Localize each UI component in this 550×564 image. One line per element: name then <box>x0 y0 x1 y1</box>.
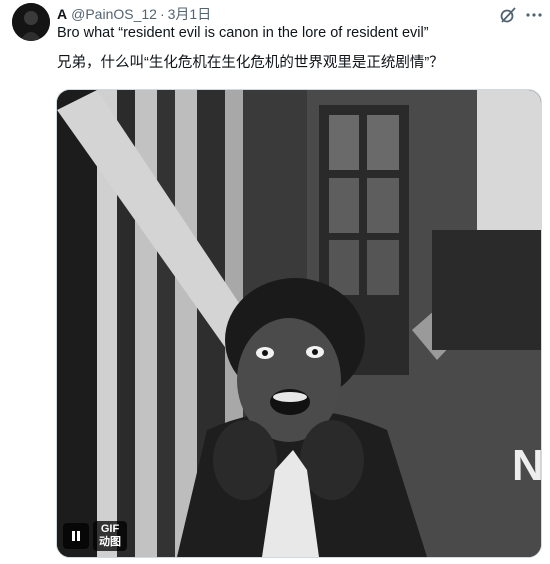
more-options-button[interactable] <box>523 4 545 26</box>
gif-badge-label-en: GIF <box>100 523 120 535</box>
more-options-icon <box>526 13 542 17</box>
post-date[interactable]: 3月1日 <box>168 4 212 24</box>
gif-badge: GIF 动图 <box>93 521 127 551</box>
tweet-text-chinese: 兄弟，什么叫“生化危机在生化危机的世界观里是正统剧情”？ <box>57 55 444 71</box>
grok-icon <box>500 7 516 23</box>
grok-button[interactable] <box>497 4 519 26</box>
tweet: A @PainOS_12 · 3月1日 Bro what “resident e… <box>0 0 550 564</box>
separator: · <box>159 6 165 22</box>
gif-media[interactable]: N GIF 动图 <box>56 89 542 558</box>
avatar[interactable] <box>12 3 50 41</box>
user-handle[interactable]: @PainOS_12 <box>71 6 157 22</box>
gif-frame: N <box>57 90 541 557</box>
svg-text:N: N <box>512 441 541 490</box>
tweet-header: A @PainOS_12 · 3月1日 <box>57 4 211 24</box>
pause-button[interactable] <box>63 523 89 549</box>
pause-icon <box>72 531 80 541</box>
gif-badge-label-zh: 动图 <box>99 536 121 548</box>
display-name[interactable]: A <box>57 6 67 22</box>
gif-controls: GIF 动图 <box>63 521 127 551</box>
tweet-text-english: Bro what “resident evil is canon in the … <box>57 25 429 41</box>
